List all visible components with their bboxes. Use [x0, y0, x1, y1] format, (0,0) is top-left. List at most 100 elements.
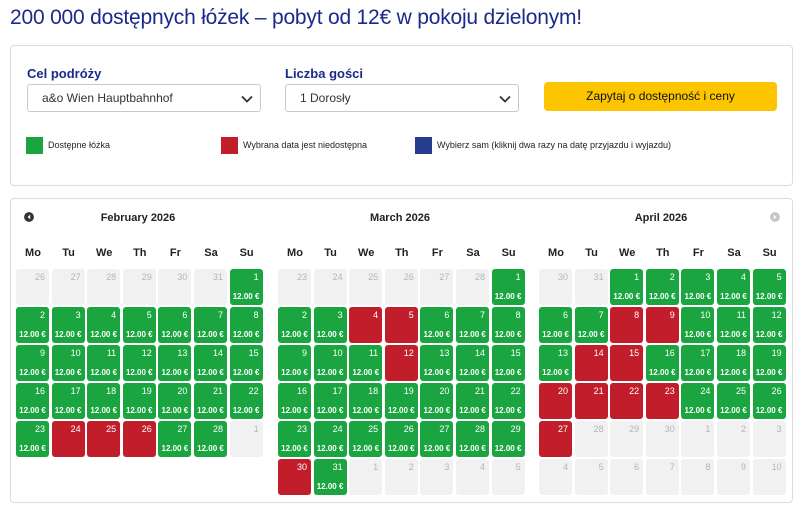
day-number: 21 — [593, 386, 604, 396]
day-number: 25 — [106, 424, 117, 434]
day-cell-available[interactable]: 11 12.00 € — [349, 345, 383, 381]
day-cell-available[interactable]: 26 12.00 € — [384, 421, 418, 457]
day-cell-available[interactable]: 1 12.00 € — [610, 269, 644, 305]
day-cell-available[interactable]: 8 12.00 € — [491, 307, 525, 343]
day-cell-available[interactable]: 3 12.00 € — [681, 269, 715, 305]
day-cell-available[interactable]: 4 12.00 € — [87, 307, 121, 343]
check-availability-button[interactable]: Zapytaj o dostępność i ceny — [544, 82, 777, 111]
day-number: 9 — [669, 310, 675, 320]
day-cell-available[interactable]: 9 12.00 € — [16, 345, 49, 381]
day-cell-available[interactable]: 19 12.00 € — [752, 345, 786, 381]
day-cell-available[interactable]: 4 12.00 € — [717, 269, 750, 305]
day-cell-available[interactable]: 21 12.00 € — [456, 383, 489, 419]
day-cell-available[interactable]: 2 12.00 € — [16, 307, 49, 343]
day-cell-available[interactable]: 3 12.00 € — [313, 307, 347, 343]
day-cell-available[interactable]: 16 12.00 € — [278, 383, 311, 419]
month-title: February 2026 — [100, 212, 176, 224]
day-cell-available[interactable]: 7 12.00 € — [456, 307, 489, 343]
day-cell-available[interactable]: 3 12.00 € — [51, 307, 85, 343]
chevron-right-icon[interactable] — [770, 212, 780, 222]
day-cell-available[interactable]: 14 12.00 € — [456, 345, 489, 381]
day-cell-available[interactable]: 27 12.00 € — [158, 421, 192, 457]
day-cell-available[interactable]: 5 12.00 € — [122, 307, 156, 343]
destination-select[interactable]: a&o Wien Hauptbahnhof — [27, 84, 261, 112]
day-number: 23 — [296, 424, 307, 434]
day-cell-disabled: 26 — [16, 269, 49, 305]
day-cell-available[interactable]: 19 12.00 € — [122, 383, 156, 419]
day-cell-available[interactable]: 1 12.00 € — [491, 269, 525, 305]
day-number: 13 — [439, 348, 450, 358]
day-cell-available[interactable]: 17 12.00 € — [313, 383, 347, 419]
day-cell-available[interactable]: 26 12.00 € — [752, 383, 786, 419]
day-cell-available[interactable]: 16 12.00 € — [645, 345, 679, 381]
day-cell-available[interactable]: 18 12.00 € — [87, 383, 121, 419]
day-cell-available[interactable]: 8 12.00 € — [229, 307, 263, 343]
day-cell-available[interactable]: 2 12.00 € — [278, 307, 311, 343]
day-cell-available[interactable]: 23 12.00 € — [16, 421, 49, 457]
day-cell-available[interactable]: 29 12.00 € — [491, 421, 525, 457]
day-cell-unavailable[interactable]: 27 — [539, 421, 572, 457]
day-cell-unavailable[interactable]: 22 — [610, 383, 644, 419]
day-cell-available[interactable]: 22 12.00 € — [229, 383, 263, 419]
day-cell-available[interactable]: 12 12.00 € — [752, 307, 786, 343]
day-cell-available[interactable]: 1 12.00 € — [229, 269, 263, 305]
day-cell-available[interactable]: 18 12.00 € — [717, 345, 750, 381]
day-cell-unavailable[interactable]: 20 — [539, 383, 572, 419]
day-cell-available[interactable]: 12 12.00 € — [122, 345, 156, 381]
day-cell-available[interactable]: 13 12.00 € — [158, 345, 192, 381]
day-cell-available[interactable]: 15 12.00 € — [491, 345, 525, 381]
day-cell-unavailable[interactable]: 14 — [574, 345, 608, 381]
day-cell-unavailable[interactable]: 12 — [384, 345, 418, 381]
day-cell-available[interactable]: 24 12.00 € — [681, 383, 715, 419]
day-cell-unavailable[interactable]: 30 — [278, 459, 311, 495]
day-cell-unavailable[interactable]: 8 — [610, 307, 644, 343]
day-cell-available[interactable]: 28 12.00 € — [194, 421, 227, 457]
chevron-left-icon[interactable] — [24, 212, 34, 222]
day-cell-available[interactable]: 11 12.00 € — [717, 307, 750, 343]
day-cell-available[interactable]: 6 12.00 € — [420, 307, 454, 343]
day-cell-available[interactable]: 17 12.00 € — [51, 383, 85, 419]
day-cell-unavailable[interactable]: 5 — [384, 307, 418, 343]
day-cell-available[interactable]: 11 12.00 € — [87, 345, 121, 381]
day-cell-unavailable[interactable]: 26 — [122, 421, 156, 457]
day-cell-unavailable[interactable]: 21 — [574, 383, 608, 419]
day-cell-available[interactable]: 13 12.00 € — [539, 345, 572, 381]
day-cell-available[interactable]: 10 12.00 € — [681, 307, 715, 343]
day-cell-available[interactable]: 13 12.00 € — [420, 345, 454, 381]
day-cell-unavailable[interactable]: 4 — [349, 307, 383, 343]
day-number: 23 — [296, 272, 307, 282]
day-cell-available[interactable]: 24 12.00 € — [313, 421, 347, 457]
day-cell-available[interactable]: 20 12.00 € — [158, 383, 192, 419]
day-cell-unavailable[interactable]: 23 — [645, 383, 679, 419]
day-cell-available[interactable]: 28 12.00 € — [456, 421, 489, 457]
day-cell-available[interactable]: 16 12.00 € — [16, 383, 49, 419]
day-cell-available[interactable]: 7 12.00 € — [574, 307, 608, 343]
day-cell-available[interactable]: 7 12.00 € — [194, 307, 227, 343]
day-cell-available[interactable]: 27 12.00 € — [420, 421, 454, 457]
day-cell-available[interactable]: 17 12.00 € — [681, 345, 715, 381]
day-cell-available[interactable]: 21 12.00 € — [194, 383, 227, 419]
day-number: 22 — [510, 386, 521, 396]
day-cell-unavailable[interactable]: 9 — [645, 307, 679, 343]
day-cell-unavailable[interactable]: 24 — [51, 421, 85, 457]
day-cell-available[interactable]: 10 12.00 € — [313, 345, 347, 381]
day-cell-available[interactable]: 14 12.00 € — [194, 345, 227, 381]
day-cell-available[interactable]: 9 12.00 € — [278, 345, 311, 381]
day-cell-available[interactable]: 6 12.00 € — [158, 307, 192, 343]
day-cell-available[interactable]: 25 12.00 € — [717, 383, 750, 419]
day-cell-available[interactable]: 15 12.00 € — [229, 345, 263, 381]
day-cell-available[interactable]: 22 12.00 € — [491, 383, 525, 419]
day-cell-available[interactable]: 31 12.00 € — [313, 459, 347, 495]
day-cell-available[interactable]: 25 12.00 € — [349, 421, 383, 457]
day-cell-available[interactable]: 2 12.00 € — [645, 269, 679, 305]
day-cell-available[interactable]: 5 12.00 € — [752, 269, 786, 305]
day-cell-available[interactable]: 23 12.00 € — [278, 421, 311, 457]
day-cell-unavailable[interactable]: 25 — [87, 421, 121, 457]
day-cell-unavailable[interactable]: 15 — [610, 345, 644, 381]
day-cell-available[interactable]: 20 12.00 € — [420, 383, 454, 419]
day-cell-available[interactable]: 19 12.00 € — [384, 383, 418, 419]
day-cell-available[interactable]: 10 12.00 € — [51, 345, 85, 381]
guests-select[interactable]: 1 Dorosły — [285, 84, 519, 112]
day-cell-available[interactable]: 6 12.00 € — [539, 307, 572, 343]
day-cell-available[interactable]: 18 12.00 € — [349, 383, 383, 419]
